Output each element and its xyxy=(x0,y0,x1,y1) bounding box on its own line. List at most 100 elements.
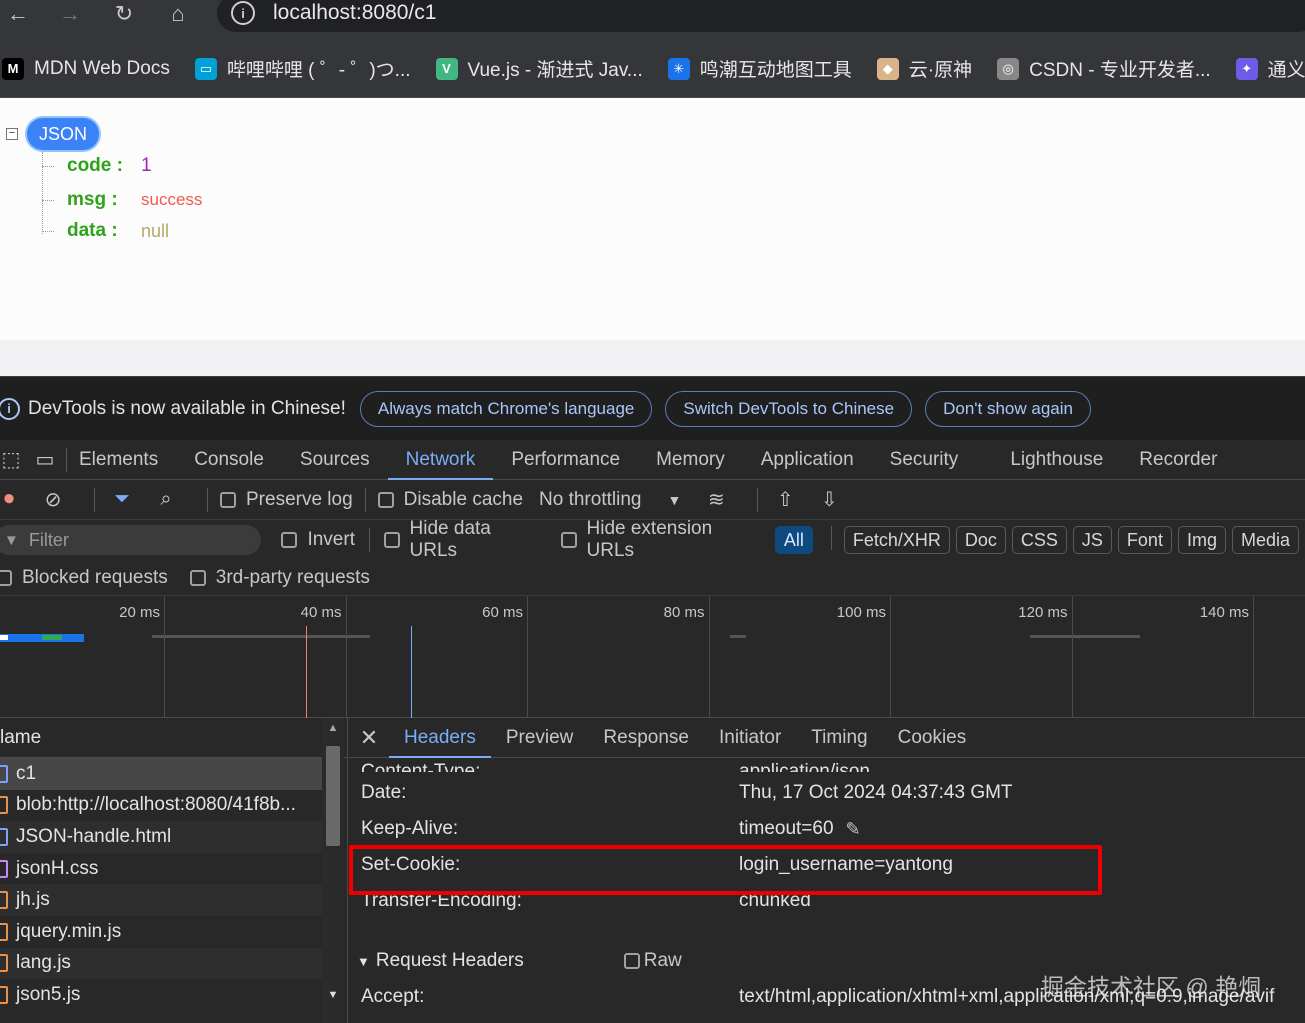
request-row[interactable]: jquery.min.js xyxy=(0,916,322,948)
blocked-requests-checkbox[interactable]: Blocked requests xyxy=(0,567,168,589)
genshin-icon: ◆ xyxy=(876,57,899,80)
checkbox-box[interactable] xyxy=(189,569,206,586)
checkbox-box[interactable] xyxy=(0,569,12,586)
checkbox-box[interactable] xyxy=(281,532,298,548)
dont-show-again-button[interactable]: Don't show again xyxy=(925,390,1091,427)
address-url[interactable]: localhost:8080/c1 xyxy=(273,1,436,25)
css-file-icon xyxy=(0,859,8,878)
filter-type-fetch-xhr[interactable]: Fetch/XHR xyxy=(843,526,950,554)
inspect-element-icon[interactable]: ⬚ xyxy=(0,445,26,475)
close-icon[interactable]: ✕ xyxy=(349,718,389,758)
tab-sources[interactable]: Sources xyxy=(282,440,388,480)
home-icon[interactable]: ⌂ xyxy=(160,0,196,28)
switch-chinese-button[interactable]: Switch DevTools to Chinese xyxy=(665,390,913,427)
forward-arrow-icon[interactable]: → xyxy=(52,0,88,28)
request-row[interactable]: c1 xyxy=(0,758,322,790)
filter-type-media[interactable]: Media xyxy=(1231,526,1299,554)
js-file-icon xyxy=(0,985,8,1004)
tab-elements[interactable]: Elements xyxy=(61,440,176,480)
tab-security[interactable]: Security xyxy=(872,440,977,480)
scroll-thumb[interactable] xyxy=(326,746,340,846)
json-field-code[interactable]: code : 1 xyxy=(42,153,152,179)
name-column-header[interactable]: lame xyxy=(0,718,347,758)
filter-type-font[interactable]: Font xyxy=(1117,526,1172,554)
tab-performance[interactable]: Performance xyxy=(493,440,638,480)
json-field-msg[interactable]: msg : success xyxy=(42,187,202,213)
json-field-data[interactable]: data : null xyxy=(42,218,169,244)
filter-type-doc[interactable]: Doc xyxy=(955,526,1006,554)
detail-tab-cookies[interactable]: Cookies xyxy=(883,718,982,758)
tab-console[interactable]: Console xyxy=(176,440,282,480)
request-list-scrollbar[interactable]: ▲ ▼ xyxy=(322,718,344,1023)
request-row[interactable]: blob:http://localhost:8080/41f8b... xyxy=(0,790,322,822)
device-toolbar-icon[interactable]: ▭ xyxy=(30,445,60,475)
bookmark-item[interactable]: ◎ CSDN - 专业开发者... xyxy=(997,55,1211,82)
bookmark-item[interactable]: M MDN Web Docs xyxy=(2,57,170,80)
site-info-icon[interactable]: i xyxy=(231,1,255,25)
invert-checkbox[interactable]: Invert xyxy=(281,529,355,551)
address-bar[interactable]: i localhost:8080/c1 xyxy=(217,0,1305,32)
detail-tab-initiator[interactable]: Initiator xyxy=(704,718,796,758)
checkbox-box[interactable] xyxy=(220,491,236,508)
tab-memory[interactable]: Memory xyxy=(638,440,743,480)
dropdown-caret-icon[interactable]: ▼ xyxy=(667,492,681,508)
reload-icon[interactable]: ↻ xyxy=(106,0,142,28)
raw-checkbox[interactable]: Raw xyxy=(623,950,682,972)
collapse-toggle-icon[interactable]: − xyxy=(6,128,18,140)
hide-data-urls-checkbox[interactable]: Hide data URLs xyxy=(383,518,539,562)
bookmark-item[interactable]: ▭ 哔哩哔哩 ( ゜- ゜)つ... xyxy=(194,55,411,82)
bookmark-item[interactable]: ✳ 鸣潮互动地图工具 xyxy=(667,55,852,82)
request-headers-section[interactable]: ▼ Request Headers Raw xyxy=(357,950,682,972)
record-stop-icon[interactable]: ⏺ xyxy=(0,485,24,515)
match-language-button[interactable]: Always match Chrome's language xyxy=(359,390,653,427)
network-overview-timeline[interactable]: 20 ms 40 ms 60 ms 80 ms 100 ms 120 ms 140 ms xyxy=(0,596,1305,718)
detail-tab-timing[interactable]: Timing xyxy=(796,718,882,758)
expand-triangle-icon[interactable]: ▼ xyxy=(357,954,370,969)
bookmark-item[interactable]: ◆ 云·原神 xyxy=(876,55,972,82)
scroll-down-icon[interactable]: ▼ xyxy=(322,989,344,1001)
detail-tab-headers[interactable]: Headers xyxy=(389,718,491,758)
json-value[interactable]: success xyxy=(141,190,202,210)
filter-input[interactable]: ▼ Filter xyxy=(0,525,262,555)
json-value[interactable]: 1 xyxy=(141,155,152,177)
json-root-node[interactable]: JSON xyxy=(27,118,100,150)
bookmark-item[interactable]: ✦ 通义tong xyxy=(1235,55,1305,82)
preserve-log-checkbox[interactable]: Preserve log xyxy=(220,489,353,511)
disable-cache-checkbox[interactable]: Disable cache xyxy=(377,489,523,511)
edit-pencil-icon[interactable]: ✎ xyxy=(846,819,861,840)
import-har-icon[interactable]: ⇧ xyxy=(770,485,800,515)
hide-extension-urls-checkbox[interactable]: Hide extension URLs xyxy=(560,518,759,562)
throttling-select[interactable]: No throttling ▼ xyxy=(539,489,681,511)
filter-type-all[interactable]: All xyxy=(774,526,813,554)
tab-application[interactable]: Application xyxy=(743,440,872,480)
filter-type-js[interactable]: JS xyxy=(1072,526,1112,554)
checkbox-box[interactable] xyxy=(377,491,394,508)
json-value[interactable]: null xyxy=(141,221,169,242)
scroll-up-icon[interactable]: ▲ xyxy=(322,722,344,734)
request-row[interactable]: json5.js xyxy=(0,979,322,1011)
bookmark-item[interactable]: V Vue.js - 渐进式 Jav... xyxy=(435,55,643,82)
filter-type-img[interactable]: Img xyxy=(1177,526,1226,554)
tab-recorder[interactable]: Recorder xyxy=(1121,440,1235,480)
detail-tab-preview[interactable]: Preview xyxy=(491,718,589,758)
tab-network[interactable]: Network xyxy=(387,440,494,480)
third-party-checkbox[interactable]: 3rd-party requests xyxy=(189,567,370,589)
tab-lighthouse[interactable]: Lighthouse xyxy=(992,440,1121,480)
detail-tab-response[interactable]: Response xyxy=(588,718,704,758)
request-row[interactable]: JSON-handle.html xyxy=(0,821,322,853)
filter-type-css[interactable]: CSS xyxy=(1011,526,1067,554)
filter-placeholder: Filter xyxy=(28,529,69,550)
checkbox-box[interactable] xyxy=(623,953,640,969)
clear-icon[interactable]: ⊘ xyxy=(38,485,68,515)
request-row[interactable]: jh.js xyxy=(0,884,322,916)
checkbox-box[interactable] xyxy=(560,532,577,548)
back-arrow-icon[interactable]: ← xyxy=(0,0,36,28)
request-row[interactable]: lang.js xyxy=(0,947,322,980)
export-har-icon[interactable]: ⇩ xyxy=(814,485,844,515)
tree-branch-line xyxy=(42,230,54,232)
network-conditions-icon[interactable]: ≋ xyxy=(701,485,731,515)
filter-funnel-icon[interactable]: ⏷ xyxy=(107,485,137,515)
request-row[interactable]: jsonH.css xyxy=(0,853,322,885)
search-icon[interactable]: ⌕ xyxy=(151,485,181,515)
checkbox-box[interactable] xyxy=(383,532,400,548)
